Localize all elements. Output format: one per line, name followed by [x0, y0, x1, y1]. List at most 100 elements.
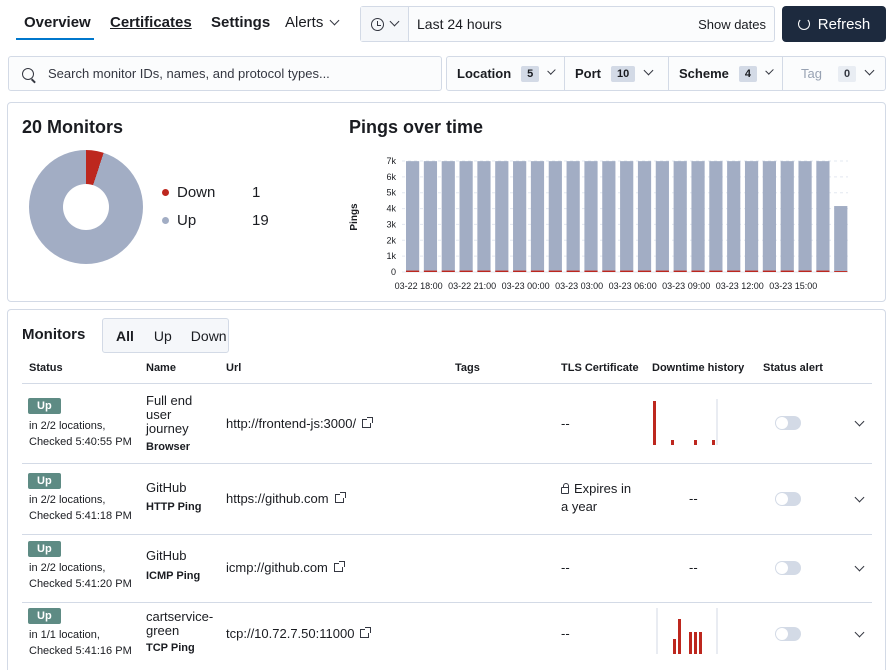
status-checked: Checked 5:41:16 PM — [29, 645, 132, 657]
filter-location[interactable]: Location 5 — [447, 57, 565, 90]
x-tick-label: 03-23 15:00 — [769, 281, 817, 291]
expand-row-icon[interactable] — [854, 561, 865, 572]
downtime-bar — [653, 401, 656, 445]
bar-down — [513, 270, 527, 272]
up-dot-icon — [162, 217, 169, 224]
tls-value: Expires in a year — [561, 480, 641, 516]
status-checked: Checked 5:41:20 PM — [29, 578, 132, 590]
bar-up — [423, 161, 438, 271]
bar-up — [744, 161, 759, 271]
monitor-url-link[interactable]: https://github.com — [226, 491, 346, 506]
col-status-alert: Status alert — [763, 362, 823, 374]
filter-count-badge: 0 — [837, 65, 857, 82]
downtime-sparkline — [656, 608, 718, 654]
bar-down — [530, 270, 545, 272]
tab-settings[interactable]: Settings — [211, 14, 270, 31]
monitor-name-link[interactable]: cartservice-green — [146, 610, 218, 638]
status-filter-group: All Up Down — [102, 318, 229, 353]
status-donut-chart — [29, 150, 143, 264]
expand-row-icon[interactable] — [854, 627, 865, 638]
bar-up — [548, 161, 562, 271]
monitor-url-link[interactable]: icmp://github.com — [226, 560, 345, 575]
search-bar — [8, 56, 442, 91]
expand-row-icon[interactable] — [854, 416, 865, 427]
x-tick-label: 03-22 21:00 — [448, 281, 496, 291]
downtime-bar — [694, 632, 697, 654]
filter-label: Port — [575, 66, 601, 81]
chevron-down-icon — [547, 66, 556, 75]
pings-over-time-chart: Pings 0 1k 2k 3k 4k 5k 6k 7k 03-22 18:00 03-22 21… — [349, 156, 848, 291]
bar-up — [727, 161, 741, 271]
quick-select-button[interactable] — [361, 7, 409, 41]
external-link-icon — [333, 561, 345, 572]
bar-down — [637, 270, 652, 272]
y-tick-label: 7k — [386, 156, 396, 166]
monitor-name-link[interactable]: Full end user journey — [146, 394, 206, 436]
bar-down — [709, 270, 723, 272]
downtime-bar — [671, 440, 674, 445]
monitor-name-link[interactable]: GitHub — [146, 481, 186, 495]
tab-overview[interactable]: Overview — [24, 14, 91, 31]
refresh-button[interactable]: Refresh — [782, 6, 886, 42]
col-url[interactable]: Url — [226, 362, 241, 374]
table-row[interactable]: Up in 1/1 location, Checked 5:41:16 PM c… — [8, 603, 887, 670]
status-checked: Checked 5:40:55 PM — [29, 436, 132, 448]
monitor-url-link[interactable]: http://frontend-js:3000/ — [226, 416, 374, 431]
downtime-bar — [699, 632, 702, 654]
filter-label: Tag — [801, 66, 822, 81]
bar-down — [762, 270, 777, 272]
search-input[interactable] — [48, 66, 428, 81]
filter-group: Location 5 Port 10 Scheme 4 Tag 0 — [446, 56, 886, 91]
table-row[interactable]: Up in 2/2 locations, Checked 5:40:55 PM … — [8, 384, 887, 463]
alerts-menu[interactable]: Alerts — [285, 14, 340, 31]
bar-down — [423, 270, 438, 272]
filter-scheme[interactable]: Scheme 4 — [669, 57, 783, 90]
date-range-text[interactable]: Last 24 hours — [409, 16, 698, 32]
tab-certificates[interactable]: Certificates — [110, 14, 192, 31]
bar-up — [566, 161, 580, 271]
x-tick-label: 03-23 09:00 — [662, 281, 710, 291]
status-locations: in 2/2 locations, — [29, 494, 106, 506]
external-link-icon — [334, 492, 346, 503]
filter-tag[interactable]: Tag 0 — [783, 57, 885, 90]
bar-up — [798, 161, 812, 271]
bar-up — [584, 161, 598, 271]
filter-all-button[interactable]: All — [103, 328, 141, 344]
y-tick-label: 2k — [386, 235, 396, 245]
col-tls: TLS Certificate — [561, 362, 639, 374]
bar-up — [816, 161, 830, 271]
bar-down — [816, 270, 830, 272]
col-status[interactable]: Status — [29, 362, 63, 374]
filter-port[interactable]: Port 10 — [565, 57, 669, 90]
status-alert-toggle[interactable] — [775, 492, 801, 506]
show-dates-button[interactable]: Show dates — [698, 17, 774, 32]
filter-down-button[interactable]: Down — [179, 328, 234, 344]
refresh-icon — [797, 18, 810, 30]
monitors-title: Monitors — [22, 326, 86, 343]
chevron-down-icon — [643, 65, 654, 76]
url-text: icmp://github.com — [226, 560, 328, 575]
filter-count-badge: 10 — [611, 65, 636, 82]
monitor-name-link[interactable]: GitHub — [146, 549, 186, 563]
url-text: tcp://10.72.7.50:11000 — [226, 626, 355, 641]
x-tick-label: 03-23 03:00 — [555, 281, 603, 291]
filter-label: Scheme — [679, 66, 729, 81]
status-alert-toggle[interactable] — [775, 627, 801, 641]
bar-up — [655, 161, 669, 271]
status-alert-toggle[interactable] — [775, 561, 801, 575]
filter-label: Location — [457, 66, 512, 81]
chevron-down-icon — [765, 66, 774, 75]
y-tick-label: 4k — [386, 204, 396, 214]
expand-row-icon[interactable] — [854, 492, 865, 503]
filter-count-badge: 5 — [521, 65, 540, 82]
monitor-url-link[interactable]: tcp://10.72.7.50:11000 — [226, 626, 372, 641]
bar-up — [673, 161, 687, 271]
table-row[interactable]: Up in 2/2 locations, Checked 5:41:18 PM … — [8, 464, 887, 543]
x-tick-label: 03-22 18:00 — [395, 281, 443, 291]
filter-up-button[interactable]: Up — [141, 328, 179, 344]
downtime-history-empty: -- — [689, 491, 698, 506]
monitor-type: HTTP Ping — [146, 501, 202, 513]
status-alert-toggle[interactable] — [775, 416, 801, 430]
col-name[interactable]: Name — [146, 362, 176, 374]
legend-down-count: 1 — [252, 184, 261, 201]
